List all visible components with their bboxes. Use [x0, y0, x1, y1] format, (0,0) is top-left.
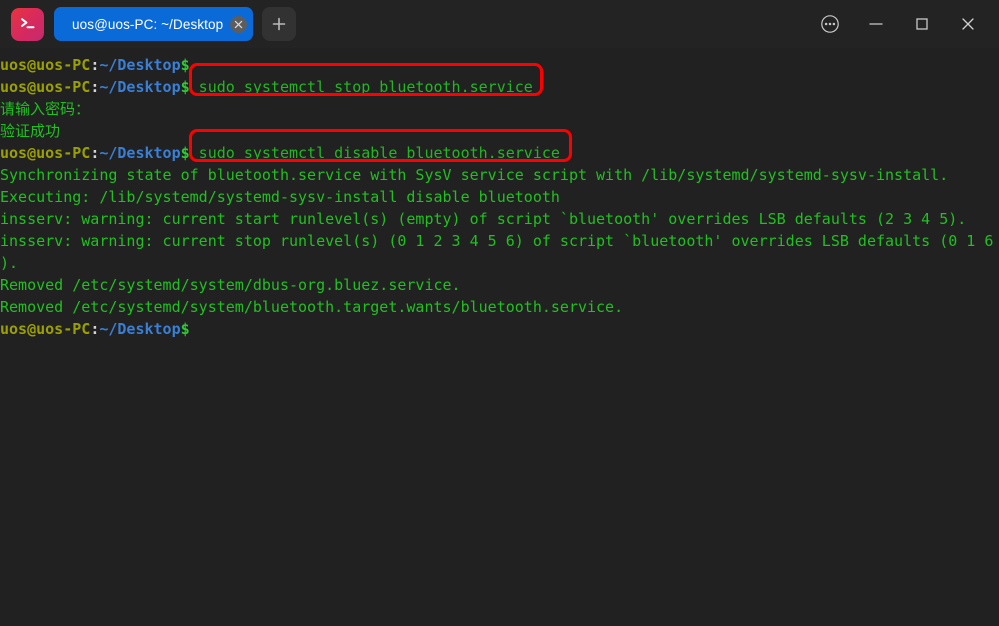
terminal-prompt-line: uos@uos-PC:~/Desktop$ — [0, 318, 999, 340]
terminal-output-line: Synchronizing state of bluetooth.service… — [0, 164, 999, 186]
terminal-output-line: Removed /etc/systemd/system/dbus-org.blu… — [0, 274, 999, 296]
tab-close-icon[interactable] — [230, 15, 248, 33]
close-button[interactable] — [945, 3, 991, 45]
terminal-output-line: insserv: warning: current start runlevel… — [0, 208, 999, 230]
minimize-button[interactable] — [853, 3, 899, 45]
maximize-button[interactable] — [899, 3, 945, 45]
prompt-dollar: $ — [180, 320, 190, 338]
prompt-colon: : — [90, 78, 100, 96]
prompt-user: uos@uos-PC — [0, 56, 91, 74]
terminal-command-text: sudo systemctl disable bluetooth.service — [189, 144, 560, 162]
prompt-path: ~/Desktop — [99, 144, 181, 162]
close-icon — [962, 18, 974, 30]
prompt-path: ~/Desktop — [99, 78, 181, 96]
tab-uos-desktop[interactable]: uos@uos-PC: ~/Desktop — [54, 7, 254, 41]
terminal-prompt-line: uos@uos-PC:~/Desktop$ sudo systemctl dis… — [0, 142, 999, 164]
new-tab-button[interactable] — [262, 7, 297, 41]
terminal-output-line: 请输入密码： — [0, 98, 999, 120]
titlebar: uos@uos-PC: ~/Desktop — [0, 0, 999, 48]
terminal-output-text: insserv: warning: current start runlevel… — [0, 210, 967, 228]
terminal-output-line: Executing: /lib/systemd/systemd-sysv-ins… — [0, 186, 999, 208]
minimize-icon — [869, 23, 883, 25]
terminal-output-text: Synchronizing state of bluetooth.service… — [0, 166, 949, 184]
terminal-output-line: ). — [0, 252, 999, 274]
window-controls — [807, 3, 991, 45]
prompt-colon: : — [90, 320, 100, 338]
prompt-path: ~/Desktop — [99, 56, 181, 74]
prompt-user: uos@uos-PC — [0, 144, 91, 162]
prompt-colon: : — [90, 144, 100, 162]
terminal-screen[interactable]: uos@uos-PC:~/Desktop$ uos@uos-PC:~/Deskto… — [0, 54, 999, 340]
terminal-output-text: insserv: warning: current stop runlevel(… — [0, 232, 994, 250]
terminal-output-text: Removed /etc/systemd/system/dbus-org.blu… — [0, 276, 461, 294]
more-options-icon — [821, 15, 839, 33]
prompt-colon: : — [90, 56, 100, 74]
prompt-path: ~/Desktop — [99, 320, 181, 338]
plus-icon — [272, 17, 286, 31]
terminal-output-line: 验证成功 — [0, 120, 999, 142]
terminal-command-text: sudo systemctl stop bluetooth.service — [189, 78, 533, 96]
prompt-user: uos@uos-PC — [0, 78, 91, 96]
terminal-output-text: ). — [0, 254, 19, 272]
prompt-user: uos@uos-PC — [0, 320, 91, 338]
maximize-icon — [916, 18, 928, 30]
terminal-output-line: insserv: warning: current stop runlevel(… — [0, 230, 999, 252]
options-menu-button[interactable] — [807, 3, 853, 45]
terminal-output-text: Removed /etc/systemd/system/bluetooth.ta… — [0, 298, 624, 316]
prompt-dollar: $ — [180, 56, 190, 74]
terminal-body[interactable]: uos@uos-PC:~/Desktop$ uos@uos-PC:~/Deskto… — [0, 48, 999, 626]
prompt-dollar: $ — [180, 144, 190, 162]
terminal-prompt-line: uos@uos-PC:~/Desktop$ — [0, 54, 999, 76]
terminal-prompt-line: uos@uos-PC:~/Desktop$ sudo systemctl sto… — [0, 76, 999, 98]
terminal-output-text: 验证成功 — [0, 122, 61, 140]
tab-title: uos@uos-PC: ~/Desktop — [72, 16, 224, 32]
terminal-output-line: Removed /etc/systemd/system/bluetooth.ta… — [0, 296, 999, 318]
terminal-window: uos@uos-PC: ~/Desktop uos@uos-PC:~/Deskt… — [0, 0, 999, 626]
terminal-app-icon — [11, 7, 44, 41]
tab-strip: uos@uos-PC: ~/Desktop — [54, 7, 297, 41]
prompt-dollar: $ — [180, 78, 190, 96]
terminal-output-text: 请输入密码： — [0, 100, 91, 118]
terminal-output-text: Executing: /lib/systemd/systemd-sysv-ins… — [0, 188, 560, 206]
